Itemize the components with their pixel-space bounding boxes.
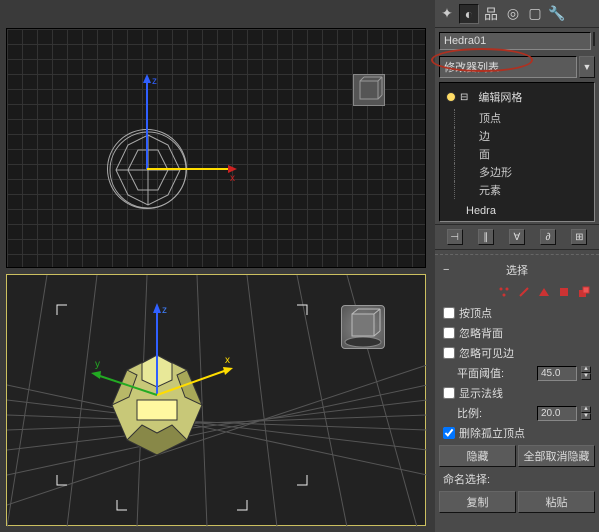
selection-rollout-header[interactable]: − 选择 [435, 259, 599, 281]
stack-buttons-row: ⊣ ∥ ∀ ∂ ⊞ [435, 224, 599, 250]
stack-sub-element[interactable]: 元素 [454, 181, 592, 199]
modify-tab-icon[interactable]: ◐ [459, 4, 479, 24]
panel-divider [435, 254, 599, 255]
modifier-stack[interactable]: ⊟ 编辑网格 顶点 边 面 多边形 元素 Hedra [439, 82, 595, 222]
perspective-viewport[interactable]: z x y [6, 274, 426, 526]
expand-toggle-icon[interactable]: ⊟ [460, 92, 468, 103]
stack-base-hedra[interactable]: Hedra [442, 203, 592, 219]
element-mode-icon[interactable] [577, 285, 591, 299]
hierarchy-tab-icon[interactable]: 品 [481, 4, 501, 24]
planar-threshold-input[interactable] [537, 366, 577, 381]
utilities-tab-icon[interactable]: 🔧 [547, 4, 567, 24]
move-gizmo[interactable]: z x [122, 69, 242, 189]
polygon-mode-icon[interactable] [557, 285, 571, 299]
svg-text:x: x [230, 173, 235, 184]
planar-down-icon[interactable]: ▼ [581, 373, 591, 380]
motion-tab-icon[interactable]: ◎ [503, 4, 523, 24]
named-selections-label: 命名选择: [435, 469, 599, 489]
rollout-collapse-icon: − [443, 264, 449, 276]
delete-isolated-label: 删除孤立顶点 [459, 425, 525, 441]
vertex-mode-icon[interactable] [497, 285, 511, 299]
show-normals-checkbox[interactable] [443, 387, 455, 399]
modifier-bulb-icon[interactable] [446, 92, 456, 102]
stack-edit-mesh[interactable]: 编辑网格 [472, 87, 528, 107]
scale-down-icon[interactable]: ▼ [581, 413, 591, 420]
stack-sub-polygon[interactable]: 多边形 [454, 163, 592, 181]
top-wireframe-viewport[interactable]: for(let i=0;i<28;i++){document.write('<d… [6, 28, 426, 268]
show-end-result-icon[interactable]: ∥ [478, 229, 494, 245]
display-tab-icon[interactable]: ▢ [525, 4, 545, 24]
ignore-backface-label: 忽略背面 [459, 325, 503, 341]
ignore-visible-edges-label: 忽略可见边 [459, 345, 514, 361]
planar-up-icon[interactable]: ▲ [581, 366, 591, 373]
planar-threshold-label: 平面阈值: [443, 365, 533, 381]
ignore-visible-edges-checkbox[interactable] [443, 347, 455, 359]
unhide-all-button[interactable]: 全部取消隐藏 [518, 445, 595, 467]
object-color-swatch[interactable] [593, 32, 595, 46]
by-vertex-checkbox[interactable] [443, 307, 455, 319]
viewcube-perspective[interactable] [341, 305, 385, 349]
svg-text:y: y [95, 359, 100, 370]
move-gizmo-3d[interactable]: z x y [77, 295, 257, 445]
show-normals-label: 显示法线 [459, 385, 503, 401]
svg-text:x: x [225, 355, 230, 366]
face-mode-icon[interactable] [537, 285, 551, 299]
scale-label: 比例: [443, 405, 533, 421]
ignore-backface-checkbox[interactable] [443, 327, 455, 339]
selection-rollout-title: 选择 [506, 262, 528, 278]
create-tab-icon[interactable]: ✦ [437, 4, 457, 24]
svg-text:z: z [162, 305, 167, 316]
command-panel: ✦ ◐ 品 ◎ ▢ 🔧 修改器列表 ▼ ⊟ 编辑网格 顶点 边 面 多边形 元素… [435, 0, 599, 532]
copy-button[interactable]: 复制 [439, 491, 516, 513]
configure-sets-icon[interactable]: ⊞ [571, 229, 587, 245]
subobject-icons-row [435, 281, 599, 303]
scale-input[interactable] [537, 406, 577, 421]
modifier-list-dropdown[interactable]: 修改器列表 [439, 56, 577, 78]
make-unique-icon[interactable]: ∀ [509, 229, 525, 245]
scale-up-icon[interactable]: ▲ [581, 406, 591, 413]
command-panel-tabs: ✦ ◐ 品 ◎ ▢ 🔧 [435, 0, 599, 28]
stack-sub-face[interactable]: 面 [454, 145, 592, 163]
stack-sub-vertex[interactable]: 顶点 [454, 109, 592, 127]
modifier-dropdown-arrow[interactable]: ▼ [579, 56, 595, 78]
remove-modifier-icon[interactable]: ∂ [540, 229, 556, 245]
hide-button[interactable]: 隐藏 [439, 445, 516, 467]
stack-sub-edge[interactable]: 边 [454, 127, 592, 145]
object-name-input[interactable] [439, 32, 591, 50]
pin-stack-icon[interactable]: ⊣ [447, 229, 463, 245]
paste-button[interactable]: 粘贴 [518, 491, 595, 513]
by-vertex-label: 按顶点 [459, 305, 492, 321]
edge-mode-icon[interactable] [517, 285, 531, 299]
viewcube[interactable] [353, 74, 385, 106]
svg-text:z: z [152, 76, 157, 87]
delete-isolated-checkbox[interactable] [443, 427, 455, 439]
